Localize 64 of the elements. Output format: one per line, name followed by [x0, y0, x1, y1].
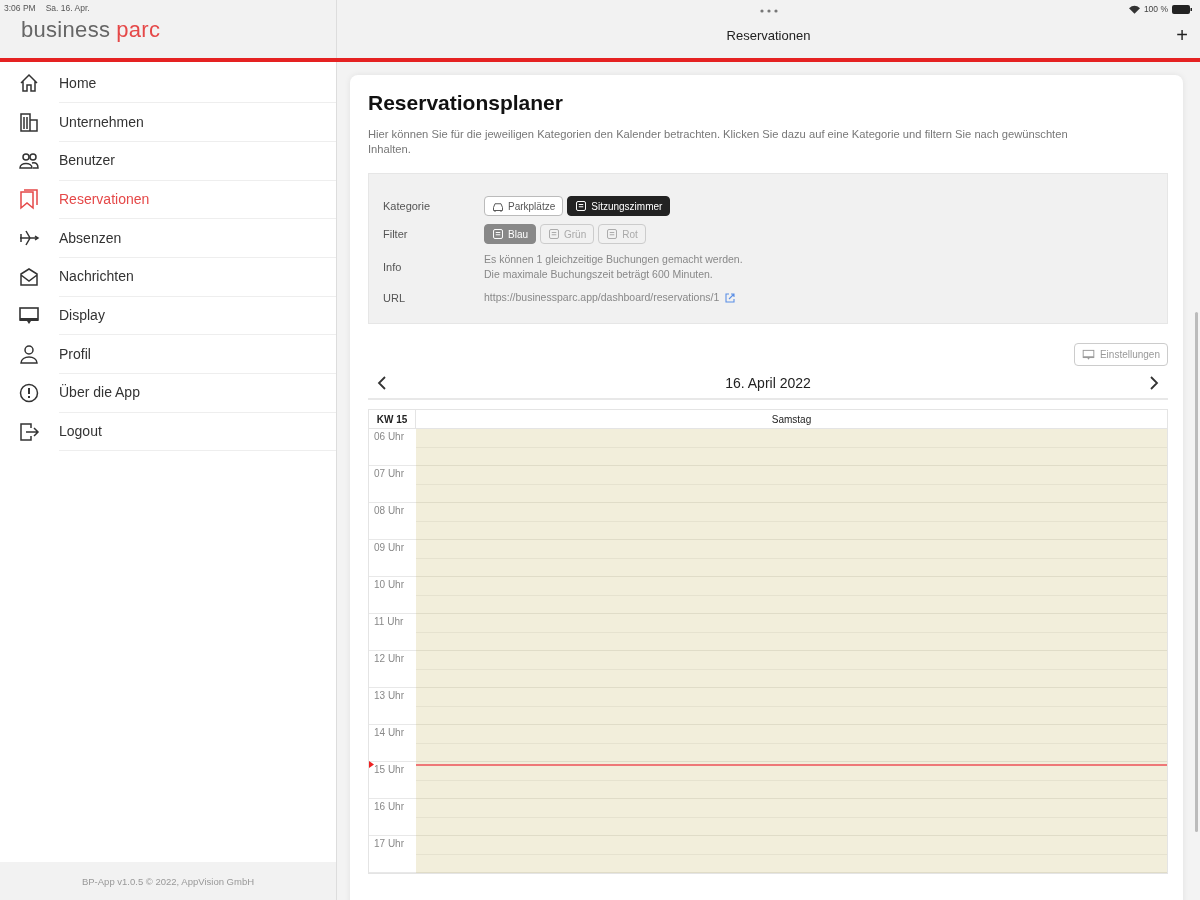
time-slot[interactable]	[416, 651, 1167, 688]
envelope-icon	[18, 265, 40, 288]
external-link-icon[interactable]	[725, 292, 736, 303]
field-label: Filter	[383, 228, 409, 240]
time-slot[interactable]	[416, 429, 1167, 466]
battery-icon	[1172, 4, 1192, 14]
person-icon	[18, 343, 40, 366]
building-icon	[18, 111, 40, 134]
description-text: Hier können Sie für die jeweiligen Kategorien den Kalender betrachten. Klicken Sie dazu auf eine Kategorie und filtern Sie nach gewünschten Inhalten.	[368, 127, 1069, 157]
next-button[interactable]	[1149, 375, 1159, 391]
battery-level: 100 %	[1143, 4, 1168, 14]
car-icon	[492, 200, 504, 212]
sidebar-item[interactable]: Display	[0, 296, 336, 335]
add-button[interactable]: +	[1176, 25, 1188, 45]
field-label: URL	[383, 291, 406, 304]
category-button[interactable]: Sitzungszimmer	[567, 196, 671, 216]
time-slot[interactable]	[416, 688, 1167, 725]
logo-word: business	[21, 17, 111, 43]
monitor-icon	[1081, 348, 1095, 361]
url-text: https://businessparc.app/dashboard/reservations/1	[484, 290, 720, 305]
time-slot[interactable]	[416, 614, 1167, 651]
home-icon	[18, 72, 40, 95]
previous-button[interactable]	[377, 375, 387, 391]
calendar-icon	[548, 228, 560, 240]
logout-icon	[18, 420, 40, 443]
sidebar-item[interactable]: Profil	[0, 334, 336, 374]
bookmark-icon	[18, 188, 40, 211]
status-time: 3:06 PM	[4, 3, 36, 13]
sidebar-item[interactable]: Nachrichten	[0, 257, 336, 297]
field-label: Info	[383, 261, 403, 273]
time-slot[interactable]	[416, 799, 1167, 836]
sidebar-item[interactable]: Unternehmen	[0, 102, 336, 142]
time-slot[interactable]	[416, 466, 1167, 503]
footer-text: BP-App v1.0.5 © 2022, AppVision GmbH	[81, 875, 255, 887]
sidebar-item[interactable]: Reservationen	[0, 180, 336, 219]
scrollbar[interactable]	[1195, 312, 1198, 832]
filter-button[interactable]: Blau	[484, 224, 536, 244]
time-slot[interactable]	[416, 725, 1167, 762]
time-slot[interactable]	[416, 762, 1167, 799]
calendar-date: 16. April 2022	[725, 375, 811, 391]
calendar-icon	[575, 200, 588, 212]
category-button[interactable]: Parkplätze	[484, 196, 564, 216]
calendar-icon	[606, 228, 619, 240]
sidebar-item[interactable]: Logout	[0, 412, 336, 451]
current-time-marker	[369, 761, 374, 768]
info-text: Es können 1 gleichzeitige Buchungen gemacht werden. Die maximale Buchungszeit beträgt 600 Minuten.	[484, 252, 744, 282]
page-title: Reservationen	[726, 28, 811, 43]
field-label: Kategorie	[383, 200, 432, 212]
card-title: Reservationsplaner	[368, 91, 564, 115]
time-slot[interactable]	[416, 503, 1167, 540]
time-slot[interactable]	[416, 836, 1167, 873]
logo-word: parc	[116, 17, 161, 43]
wifi-icon	[1128, 4, 1140, 14]
info-icon	[18, 381, 40, 404]
status-date: Sa. 16. Apr.	[45, 3, 90, 13]
dots-icon[interactable]	[759, 9, 778, 13]
sidebar-item[interactable]: Home	[0, 64, 336, 103]
calendar-icon	[492, 228, 504, 240]
time-slot[interactable]	[416, 540, 1167, 577]
week-number: KW 15	[369, 410, 416, 429]
sidebar-item[interactable]: Über die App	[0, 373, 336, 413]
sidebar-item[interactable]: Benutzer	[0, 141, 336, 181]
sidebar-item[interactable]: Absenzen	[0, 218, 336, 258]
time-slot[interactable]	[416, 577, 1167, 614]
